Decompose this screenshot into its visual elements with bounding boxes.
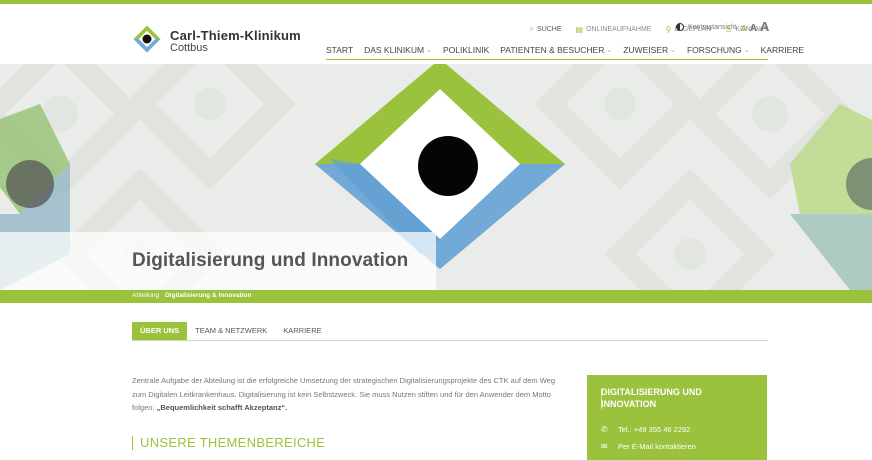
nav-item-label: KARRIERE xyxy=(760,45,805,55)
nav-item-zuweiser[interactable]: ZUWEISER ⌄ xyxy=(623,45,676,55)
contact-email-link[interactable]: ✉ Per E-Mail kontaktieren xyxy=(601,442,696,451)
main-nav: START DAS KLINIKUM ⌄ POLIKLINIK PATIENTEN & … xyxy=(326,45,804,55)
section-heading-text: UNSERE THEMENBEREICHE xyxy=(140,435,326,450)
brand-city[interactable]: Cottbus xyxy=(170,42,208,54)
page-title: Digitalisierung und Innovation xyxy=(132,250,409,271)
utility-link-onlineaufnahme[interactable]: ▤ ONLINEAUFNAHME xyxy=(576,25,652,34)
font-size-small[interactable]: A xyxy=(741,24,747,33)
chevron-down-icon: ⌄ xyxy=(670,47,676,54)
font-size-switcher: A A A xyxy=(741,19,769,34)
contact-phone[interactable]: ✆ Tel.: +49 355 46 2292 xyxy=(601,425,690,434)
utility-link-label: SUCHE xyxy=(537,25,562,33)
nav-item-label: ZUWEISER xyxy=(623,45,669,55)
contact-card-title: DIGITALISIERUNG UND INNOVATION xyxy=(601,387,702,409)
chevron-down-icon: ⌄ xyxy=(606,47,613,54)
font-size-medium[interactable]: A xyxy=(750,23,757,34)
envelope-icon: ✉ xyxy=(601,442,608,451)
breadcrumb: Abteilung Digitalisierung & Innovation xyxy=(132,292,251,299)
nav-item-poliklinik[interactable]: POLIKLINIK xyxy=(443,45,489,55)
section-heading-accent xyxy=(132,435,133,450)
nav-item-label: FORSCHUNG xyxy=(686,45,742,55)
brand-name[interactable]: Carl-Thiem-Klinikum xyxy=(170,28,301,43)
contrast-icon xyxy=(676,23,684,31)
nav-item-karriere[interactable]: KARRIERE xyxy=(761,45,804,55)
site-header: Carl-Thiem-Klinikum Cottbus ⌕ SUCHE ▤ ONLIN… xyxy=(0,4,872,64)
phone-icon: ✆ xyxy=(601,425,608,434)
search-icon: ⌕ xyxy=(529,24,535,33)
intro-paragraph: Zentrale Aufgabe der Abteilung ist die e… xyxy=(132,374,556,415)
contact-phone-text: Tel.: +49 355 46 2292 xyxy=(618,425,691,434)
nav-item-label: PATIENTEN & BESUCHER xyxy=(500,45,605,55)
nav-item-label: DAS KLINIKUM xyxy=(364,45,425,55)
map-pin-icon: ⚲ xyxy=(665,24,672,34)
breadcrumb-bar xyxy=(0,290,872,303)
breadcrumb-item-abteilung[interactable]: Abteilung xyxy=(132,292,159,299)
content-tabs: ÜBER UNS TEAM & NETZWERK KARRIERE xyxy=(132,322,330,340)
tab-über-uns[interactable]: ÜBER UNS xyxy=(132,322,188,340)
font-size-large[interactable]: A xyxy=(760,19,769,34)
contact-card: DIGITALISIERUNG UND INNOVATION ✆ Tel.: +… xyxy=(587,375,767,460)
nav-item-das-klinikum[interactable]: DAS KLINIKUM ⌄ xyxy=(364,45,432,55)
hero-banner: Digitalisierung und Innovation xyxy=(0,64,872,290)
nav-item-forschung[interactable]: FORSCHUNG ⌄ xyxy=(687,45,750,55)
nav-divider xyxy=(326,59,768,60)
nav-item-start[interactable]: START xyxy=(326,45,353,55)
chevron-down-icon: ⌄ xyxy=(426,47,432,54)
utility-link-label: ONLINEAUFNAHME xyxy=(586,25,652,33)
contact-email-text: Per E-Mail kontaktieren xyxy=(618,442,696,451)
contrast-toggle[interactable]: Kontrastansicht xyxy=(676,23,736,31)
tab-team-netzwerk[interactable]: TEAM & NETZWERK xyxy=(187,322,275,340)
intro-motto: „Bequemlichkeit schafft Akzeptanz“. xyxy=(156,403,288,412)
contrast-label: Kontrastansicht xyxy=(688,23,737,31)
clinic-logo-icon[interactable] xyxy=(132,24,162,54)
document-icon: ▤ xyxy=(575,24,584,34)
nav-item-label: POLIKLINIK xyxy=(442,45,490,55)
tab-karriere[interactable]: KARRIERE xyxy=(275,322,329,340)
utility-link-suche[interactable]: ⌕ SUCHE xyxy=(530,24,562,34)
chevron-down-icon: ⌄ xyxy=(743,47,750,54)
nav-item-label: START xyxy=(326,45,354,55)
nav-item-patienten-besucher[interactable]: PATIENTEN & BESUCHER ⌄ xyxy=(500,45,612,55)
breadcrumb-item-current: Digitalisierung & Innovation xyxy=(165,292,252,299)
section-heading: UNSERE THEMENBEREICHE xyxy=(132,435,325,450)
tab-divider xyxy=(132,340,768,341)
